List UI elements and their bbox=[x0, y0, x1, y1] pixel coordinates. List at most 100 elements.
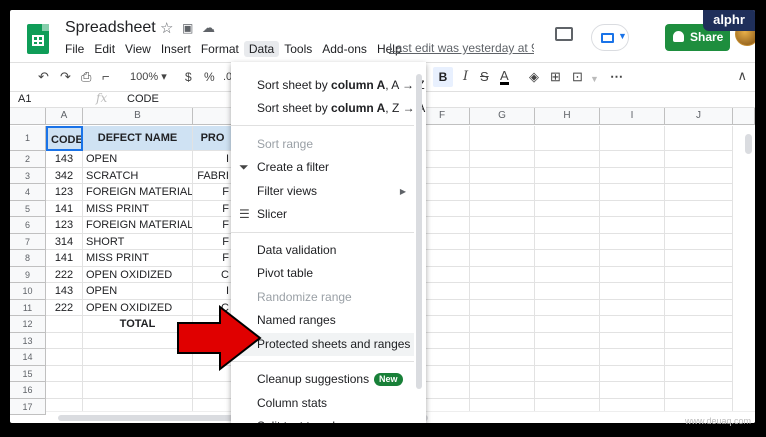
cell-defect-name[interactable]: OPEN bbox=[83, 283, 193, 300]
cell[interactable] bbox=[600, 332, 665, 349]
cell[interactable] bbox=[470, 126, 535, 151]
cell[interactable] bbox=[470, 332, 535, 349]
bold-button[interactable]: B bbox=[433, 67, 453, 87]
row-header[interactable]: 9 bbox=[10, 266, 46, 283]
cell[interactable] bbox=[665, 200, 733, 217]
cell[interactable] bbox=[535, 266, 600, 283]
cell-defect-name[interactable]: SCRATCH bbox=[83, 167, 193, 184]
menu-item-create-filter[interactable]: ⏷ Create a filter bbox=[231, 156, 414, 179]
menu-item-data-validation[interactable]: Data validation bbox=[231, 239, 414, 262]
cell[interactable] bbox=[665, 217, 733, 234]
menu-edit[interactable]: Edit bbox=[89, 41, 120, 57]
row-header[interactable]: 17 bbox=[10, 398, 46, 415]
cell[interactable] bbox=[665, 316, 733, 333]
cell[interactable] bbox=[665, 184, 733, 201]
cell[interactable] bbox=[470, 200, 535, 217]
col-header-b[interactable]: B bbox=[83, 108, 193, 125]
cell[interactable] bbox=[665, 365, 733, 382]
cell-code[interactable]: 123 bbox=[46, 184, 83, 201]
cell[interactable] bbox=[600, 151, 665, 168]
cell[interactable] bbox=[46, 332, 83, 349]
vertical-scrollbar[interactable] bbox=[743, 126, 755, 411]
collapse-toolbar-icon[interactable]: ∧ bbox=[737, 68, 747, 84]
cell[interactable] bbox=[600, 382, 665, 399]
cell[interactable] bbox=[665, 151, 733, 168]
row-header[interactable]: 5 bbox=[10, 200, 46, 217]
cell[interactable] bbox=[46, 316, 83, 333]
merge-dropdown-icon[interactable]: ▼ bbox=[590, 71, 599, 87]
undo-icon[interactable]: ↶ bbox=[38, 69, 49, 85]
menu-scrollbar[interactable] bbox=[416, 74, 422, 389]
cell-code[interactable]: 123 bbox=[46, 217, 83, 234]
menu-item-split-text[interactable]: Split text to columns bbox=[231, 415, 414, 423]
cloud-status-icon[interactable]: ☁ bbox=[202, 20, 215, 36]
fill-color-icon[interactable]: ◈ bbox=[529, 69, 539, 85]
col-header-i[interactable]: I bbox=[600, 108, 665, 125]
cell-pro[interactable]: I bbox=[193, 151, 233, 168]
cell[interactable] bbox=[535, 167, 600, 184]
cell[interactable] bbox=[600, 365, 665, 382]
header-cell-pro[interactable]: PRO bbox=[193, 126, 233, 151]
menu-addons[interactable]: Add-ons bbox=[317, 41, 372, 57]
row-header[interactable]: 15 bbox=[10, 365, 46, 382]
cell[interactable] bbox=[600, 200, 665, 217]
cell-code[interactable]: 222 bbox=[46, 299, 83, 316]
move-folder-icon[interactable]: ▣ bbox=[182, 21, 193, 35]
menu-view[interactable]: View bbox=[120, 41, 156, 57]
row-header[interactable]: 1 bbox=[10, 126, 46, 151]
row-header[interactable]: 12 bbox=[10, 316, 46, 333]
cell[interactable] bbox=[535, 332, 600, 349]
row-header[interactable]: 10 bbox=[10, 283, 46, 300]
cell[interactable] bbox=[535, 283, 600, 300]
menu-tools[interactable]: Tools bbox=[279, 41, 317, 57]
cell[interactable] bbox=[600, 349, 665, 366]
vertical-scroll-thumb[interactable] bbox=[745, 134, 752, 154]
cell[interactable] bbox=[193, 382, 233, 399]
cell[interactable] bbox=[470, 365, 535, 382]
row-header[interactable]: 2 bbox=[10, 151, 46, 168]
menu-item-cleanup-suggestions[interactable]: Cleanup suggestions New bbox=[231, 368, 414, 391]
cell[interactable] bbox=[600, 217, 665, 234]
cell[interactable] bbox=[470, 167, 535, 184]
cell-defect-name[interactable]: FOREIGN MATERIAL bbox=[83, 184, 193, 201]
cell[interactable] bbox=[535, 126, 600, 151]
header-cell-defect-name[interactable]: DEFECT NAME bbox=[83, 126, 193, 151]
cell[interactable] bbox=[600, 316, 665, 333]
cell-defect-name[interactable]: MISS PRINT bbox=[83, 200, 193, 217]
cell[interactable] bbox=[665, 299, 733, 316]
row-header[interactable]: 14 bbox=[10, 349, 46, 366]
cell[interactable] bbox=[535, 233, 600, 250]
cell[interactable] bbox=[600, 250, 665, 267]
text-color-button[interactable]: A bbox=[500, 69, 509, 85]
doc-title[interactable]: Spreadsheet bbox=[65, 19, 156, 37]
col-header-j[interactable]: J bbox=[665, 108, 733, 125]
cell[interactable] bbox=[665, 266, 733, 283]
cell[interactable] bbox=[665, 382, 733, 399]
cell[interactable] bbox=[46, 382, 83, 399]
cell-code[interactable]: 314 bbox=[46, 233, 83, 250]
row-header[interactable]: 4 bbox=[10, 184, 46, 201]
cell-pro[interactable]: FABRI bbox=[193, 167, 233, 184]
borders-icon[interactable]: ⊞ bbox=[550, 69, 561, 85]
cell[interactable] bbox=[470, 266, 535, 283]
redo-icon[interactable]: ↷ bbox=[60, 69, 71, 85]
cell-code[interactable]: 222 bbox=[46, 266, 83, 283]
col-header-h[interactable]: H bbox=[535, 108, 600, 125]
cell[interactable] bbox=[665, 167, 733, 184]
cell[interactable] bbox=[470, 217, 535, 234]
menu-data[interactable]: Data bbox=[243, 41, 280, 57]
cell-code[interactable]: 143 bbox=[46, 151, 83, 168]
cell[interactable] bbox=[665, 349, 733, 366]
row-header[interactable]: 11 bbox=[10, 299, 46, 316]
menu-item-pivot-table[interactable]: Pivot table bbox=[231, 262, 414, 285]
formula-input[interactable]: CODE bbox=[127, 92, 159, 107]
cell[interactable] bbox=[665, 250, 733, 267]
cell-code[interactable]: 141 bbox=[46, 250, 83, 267]
cell[interactable] bbox=[83, 382, 193, 399]
cell-defect-name[interactable]: MISS PRINT bbox=[83, 250, 193, 267]
menu-insert[interactable]: Insert bbox=[156, 41, 196, 57]
cell[interactable] bbox=[470, 233, 535, 250]
row-header[interactable]: 6 bbox=[10, 217, 46, 234]
cell[interactable] bbox=[46, 365, 83, 382]
cell-pro[interactable]: F bbox=[193, 200, 233, 217]
